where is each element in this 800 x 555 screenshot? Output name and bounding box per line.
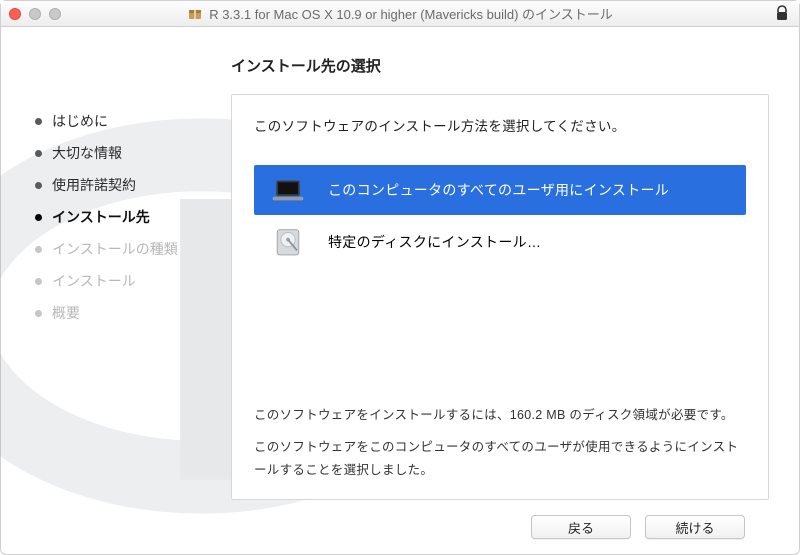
step-license: 使用許諾契約 bbox=[35, 169, 231, 201]
installer-steps: はじめに 大切な情報 使用許諾契約 インストール先 インストールの種類 インスト… bbox=[1, 27, 231, 554]
step-label: インストール bbox=[52, 271, 136, 291]
wizard-buttons: 戻る 続ける bbox=[231, 500, 769, 554]
step-label: 概要 bbox=[52, 303, 80, 323]
step-summary: 概要 bbox=[35, 297, 231, 329]
destination-label: このコンピュータのすべてのユーザ用にインストール bbox=[328, 180, 669, 200]
destination-info: このソフトウェアをインストールするには、160.2 MB のディスク領域が必要で… bbox=[254, 404, 746, 483]
destination-all-users[interactable]: このコンピュータのすべてのユーザ用にインストール bbox=[254, 165, 746, 215]
window-title: R 3.3.1 for Mac OS X 10.9 or higher (Mav… bbox=[209, 4, 613, 23]
back-button[interactable]: 戻る bbox=[531, 515, 631, 539]
destination-panel: このソフトウェアのインストール方法を選択してください。 このコンピュータのすべて… bbox=[231, 94, 769, 500]
step-label: インストール先 bbox=[52, 207, 150, 227]
step-type: インストールの種類 bbox=[35, 233, 231, 265]
destination-specific-disk[interactable]: 特定のディスクにインストール… bbox=[254, 217, 746, 267]
step-install: インストール bbox=[35, 265, 231, 297]
step-label: インストールの種類 bbox=[52, 239, 178, 259]
step-intro: はじめに bbox=[35, 105, 231, 137]
step-readme: 大切な情報 bbox=[35, 137, 231, 169]
titlebar: R 3.3.1 for Mac OS X 10.9 or higher (Mav… bbox=[1, 1, 799, 27]
lock-icon[interactable] bbox=[775, 5, 789, 26]
step-label: 大切な情報 bbox=[52, 143, 122, 163]
hdd-icon bbox=[270, 227, 306, 257]
step-destination: インストール先 bbox=[35, 201, 231, 233]
required-space-text: このソフトウェアをインストールするには、160.2 MB のディスク領域が必要で… bbox=[254, 404, 746, 428]
step-label: 使用許諾契約 bbox=[52, 175, 136, 195]
selection-summary-text: このソフトウェアをこのコンピュータのすべてのユーザが使用できるようにインストール… bbox=[254, 436, 746, 484]
destination-label: 特定のディスクにインストール… bbox=[328, 232, 541, 252]
package-icon bbox=[187, 6, 203, 22]
continue-button[interactable]: 続ける bbox=[645, 515, 745, 539]
step-label: はじめに bbox=[52, 111, 108, 131]
destination-prompt: このソフトウェアのインストール方法を選択してください。 bbox=[254, 115, 746, 135]
main-pane: インストール先の選択 このソフトウェアのインストール方法を選択してください。 こ… bbox=[231, 27, 799, 554]
destination-list: このコンピュータのすべてのユーザ用にインストール 特定のディスクにインストール… bbox=[254, 165, 746, 267]
page-title: インストール先の選択 bbox=[231, 55, 769, 76]
laptop-icon bbox=[270, 175, 306, 205]
